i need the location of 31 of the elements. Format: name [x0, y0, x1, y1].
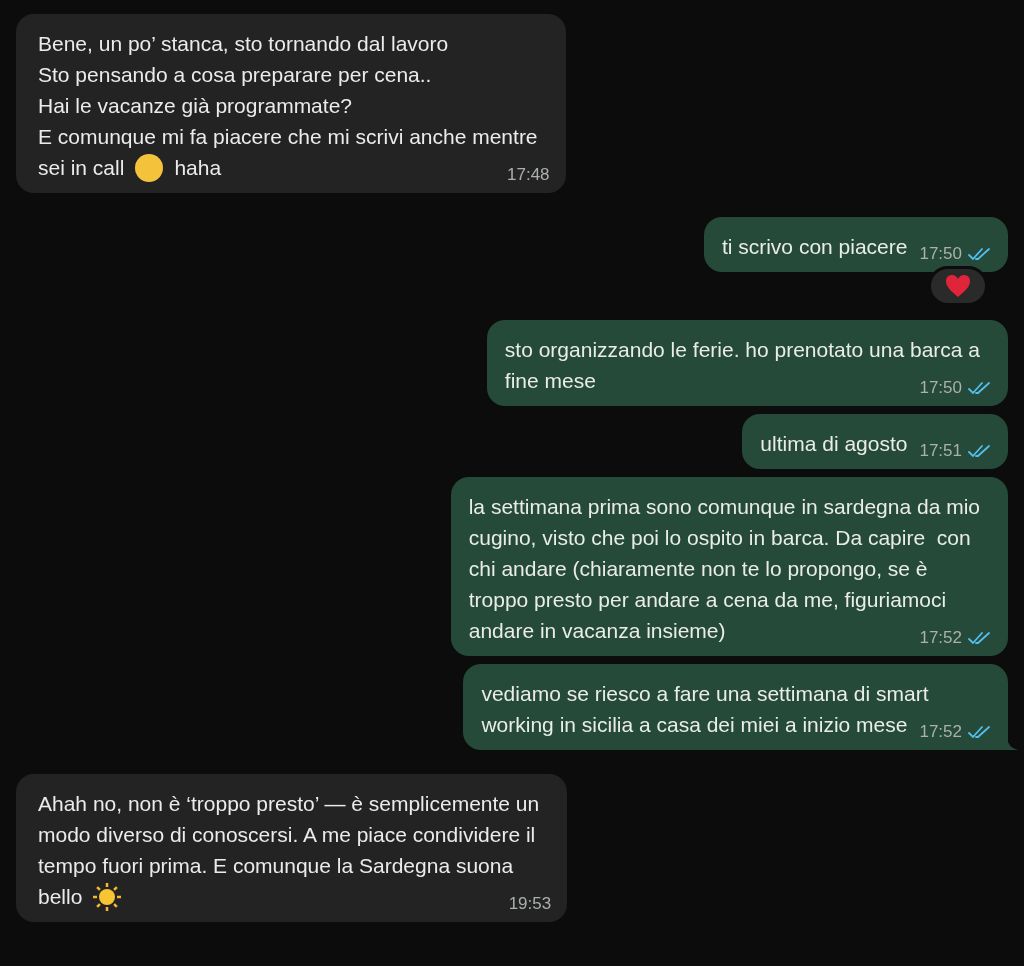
message-time: 17:52 [919, 627, 962, 649]
message-text: vediamo se riesco a fare una settimana di smart [481, 681, 929, 707]
message-text: E comunque mi fa piacere che mi scrivi anche mentre [38, 124, 538, 150]
message-text: troppo presto per andare a cena da me, figuriamoci [468, 587, 947, 613]
message-text: cugino, visto che poi lo ospito in barca. Da capire con [468, 525, 971, 551]
sun-icon [92, 881, 123, 912]
message-time: 19:53 [508, 893, 552, 915]
message-time: 17:52 [919, 721, 962, 743]
message-text: tempo fuori prima. E comunque la Sardegna suona [38, 853, 514, 879]
message-text: fine mese [504, 368, 596, 394]
message-text: Sto pensando a cosa preparare per cena.. [38, 62, 432, 88]
message-time: 17:50 [919, 243, 962, 265]
message-time: 17:51 [919, 440, 962, 462]
message-text: modo diverso di conoscersi. A me piace condividere il [38, 822, 536, 848]
message-text: working in sicilia a casa dei miei a inizio mese [481, 712, 908, 738]
message-text: Bene, un po’ stanca, sto tornando dal lavoro [38, 31, 449, 57]
message-text: bello [38, 884, 83, 910]
message-text: chi andare (chiaramente non te lo propongo, se è [468, 556, 928, 582]
message-text: haha [174, 155, 222, 181]
message-text: Hai le vacanze già programmate? [38, 93, 352, 119]
message-text: la settimana prima sono comunque in sardegna da mio [468, 494, 980, 520]
message-text: ultima di agosto [760, 431, 908, 457]
message-time: 17:48 [507, 164, 550, 186]
message-text: sei in call [38, 155, 125, 181]
message-text: Ahah no, non è ‘troppo presto’ — è semplicemente un [38, 791, 540, 817]
emoji-icon [134, 152, 165, 183]
message-text: ti scrivo con piacere [721, 234, 908, 260]
message-text: sto organizzando le ferie. ho prenotato una barca a [504, 337, 980, 363]
message-time: 17:50 [919, 377, 962, 399]
message-text: andare in vacanza insieme) [468, 618, 726, 644]
heart-icon [945, 274, 971, 298]
